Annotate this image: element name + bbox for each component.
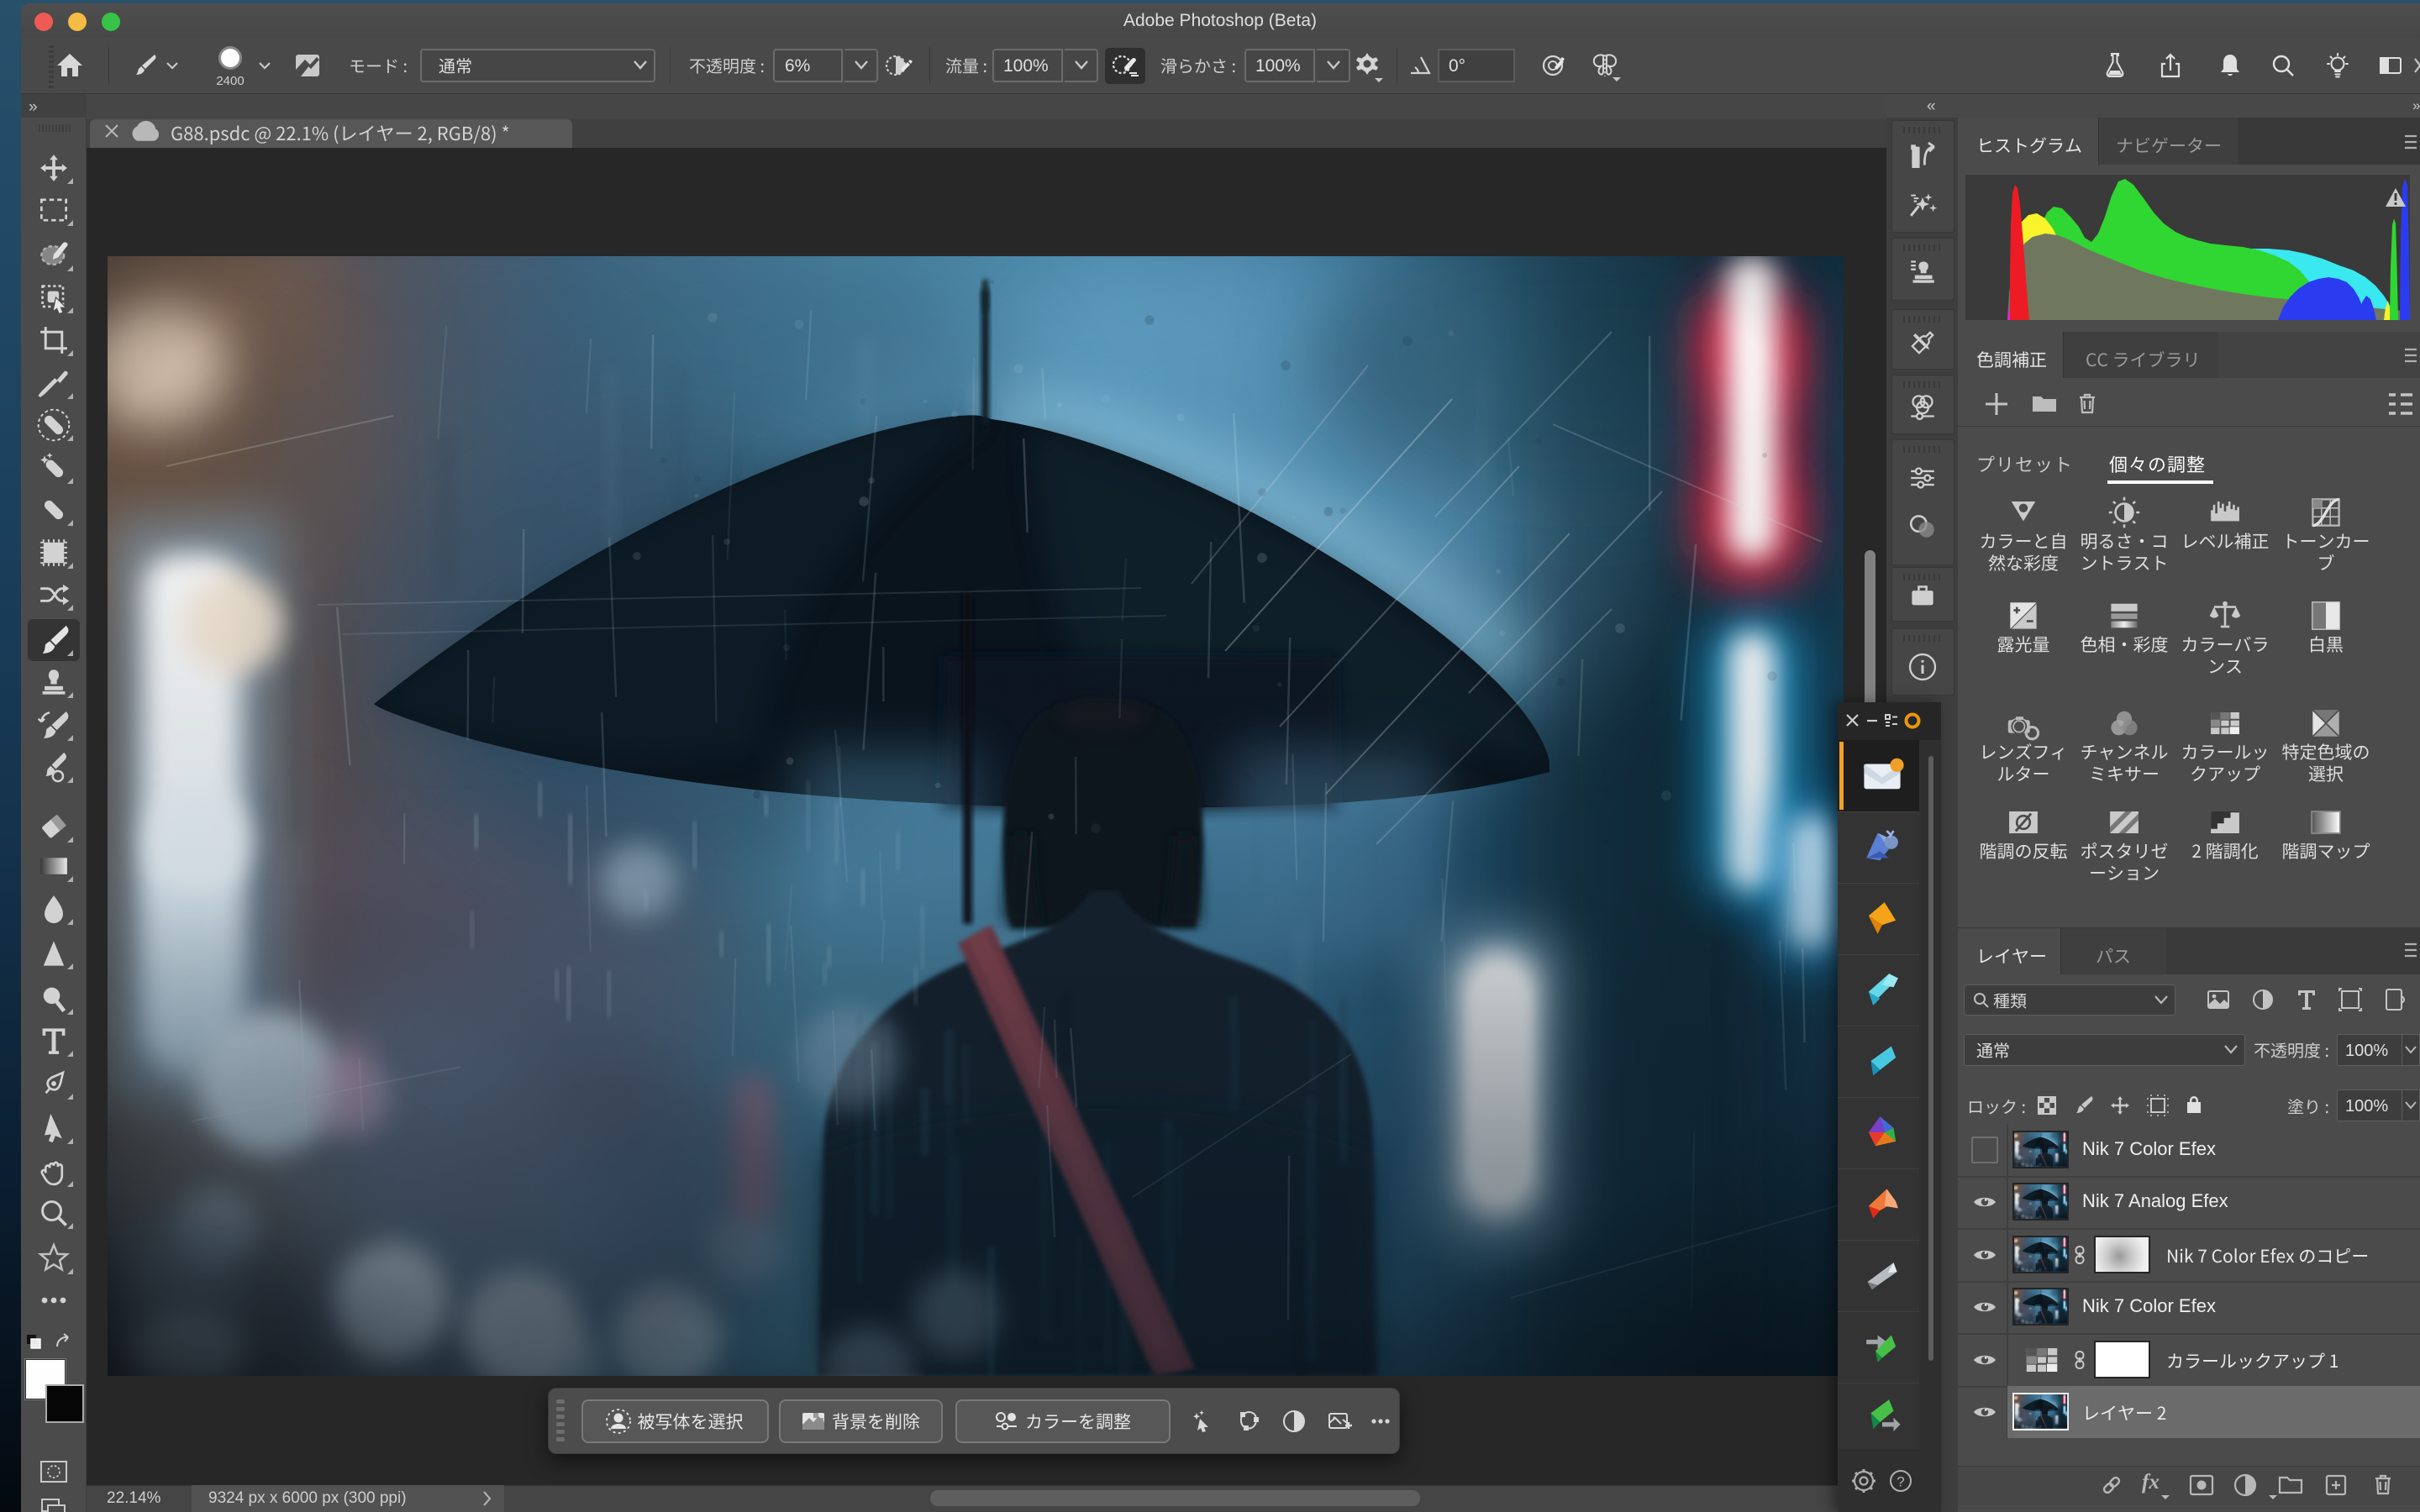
- svg-text:?: ?: [1897, 1474, 1904, 1490]
